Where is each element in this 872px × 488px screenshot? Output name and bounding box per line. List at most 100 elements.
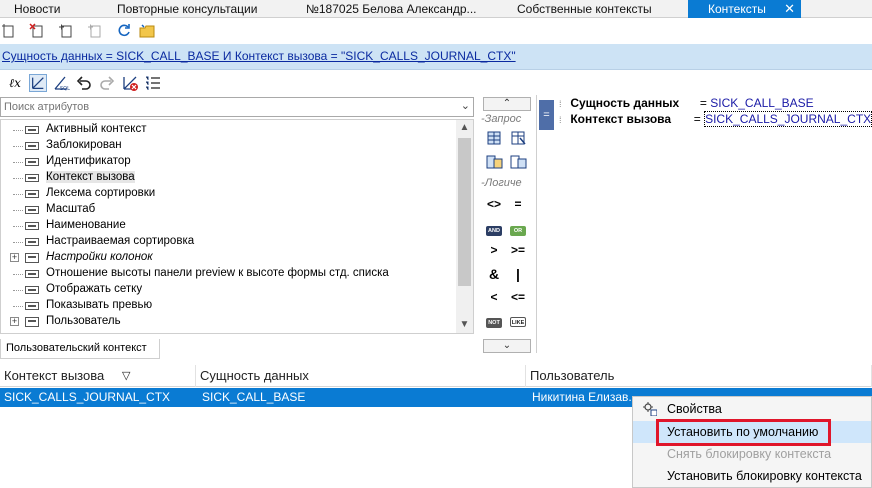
tab-contexts-label: Контексты bbox=[708, 2, 766, 16]
row-handle-icon[interactable]: ⁞ bbox=[559, 115, 567, 125]
column-header-user[interactable]: Пользователь bbox=[526, 365, 872, 387]
op-or-button[interactable]: OR bbox=[507, 219, 529, 237]
tree-item-selected[interactable]: Контекст вызова bbox=[1, 170, 456, 186]
join-edit-icon[interactable] bbox=[507, 153, 529, 171]
expression-operator[interactable]: = bbox=[700, 96, 707, 110]
collapse-up-button[interactable]: ⌃ bbox=[483, 97, 531, 111]
tree-item[interactable]: Наименование bbox=[1, 218, 456, 234]
expression-attribute[interactable]: Контекст вызова bbox=[570, 112, 671, 126]
expand-icon[interactable]: + bbox=[10, 317, 19, 326]
tree-line bbox=[13, 178, 23, 179]
row-handle-icon[interactable]: ⁞ bbox=[559, 99, 567, 109]
subquery-edit-icon[interactable] bbox=[507, 129, 529, 147]
undo-icon[interactable] bbox=[75, 74, 93, 92]
tree-line bbox=[13, 242, 23, 243]
tree-item-group[interactable]: + Настройки колонок bbox=[1, 250, 456, 266]
column-header-data-entity[interactable]: Сущность данных bbox=[196, 365, 526, 387]
tab-user-context[interactable]: Пользовательский контекст bbox=[0, 339, 160, 359]
expression-operator[interactable]: = bbox=[694, 112, 701, 126]
new-record-icon[interactable] bbox=[1, 23, 17, 39]
expression-attribute[interactable]: Сущность данных bbox=[570, 96, 679, 110]
join-icon[interactable] bbox=[483, 153, 505, 171]
menu-item-properties[interactable]: Свойства bbox=[633, 398, 871, 420]
column-header-call-context[interactable]: Контекст вызова ▽ bbox=[0, 365, 196, 387]
tree-item[interactable]: Заблокирован bbox=[1, 138, 456, 154]
constructor-mode-icon[interactable] bbox=[29, 74, 47, 92]
scroll-down-icon[interactable]: ▼ bbox=[456, 317, 473, 333]
delete-record-icon[interactable] bbox=[29, 23, 45, 39]
column-header-label: Контекст вызова bbox=[4, 368, 105, 383]
scroll-thumb[interactable] bbox=[458, 138, 471, 286]
op-and-button[interactable]: AND bbox=[483, 219, 505, 237]
table-icon bbox=[25, 253, 39, 263]
filter-toolbar: ℓx SQL bbox=[0, 72, 872, 94]
close-icon[interactable]: ✕ bbox=[784, 0, 795, 18]
filter-expression-link[interactable]: Сущность данных = SICK_CALL_BASE И Конте… bbox=[2, 49, 516, 63]
operators-panel: ⌃ -Запрос -Логиче <> = AND OR > >= & | <… bbox=[481, 95, 533, 353]
op-equal-button[interactable]: = bbox=[507, 195, 529, 213]
field-icon bbox=[25, 286, 39, 294]
op-greater-equal-button[interactable]: >= bbox=[507, 241, 529, 259]
expand-icon[interactable]: + bbox=[10, 253, 19, 262]
tree-item[interactable]: Масштаб bbox=[1, 202, 456, 218]
expression-value-focused[interactable]: SICK_CALLS_JOURNAL_CTX bbox=[704, 111, 872, 127]
menu-item-unlock-context: Снять блокировку контекста bbox=[633, 443, 871, 465]
scroll-up-icon[interactable]: ▲ bbox=[456, 120, 473, 136]
tree-item[interactable]: Отношение высоты панели preview к высоте… bbox=[1, 266, 456, 282]
op-not-equal-button[interactable]: <> bbox=[483, 195, 505, 213]
subquery-icon[interactable] bbox=[483, 129, 505, 147]
formula-icon[interactable]: ℓx bbox=[6, 74, 24, 92]
field-icon bbox=[25, 238, 39, 246]
tab-contexts[interactable]: Контексты ✕ bbox=[688, 0, 801, 18]
tree-item-label: Идентификатор bbox=[46, 155, 131, 167]
menu-item-lock-context[interactable]: Установить блокировку контекста bbox=[633, 465, 871, 487]
tab-repeat-consultations[interactable]: Повторные консультации bbox=[117, 0, 287, 18]
sql-mode-icon[interactable]: SQL bbox=[52, 74, 70, 92]
logic-section-caption: -Логиче bbox=[481, 177, 522, 189]
tree-item-label: Активный контекст bbox=[46, 123, 147, 135]
collapse-down-button[interactable]: ⌄ bbox=[483, 339, 531, 353]
properties-icon bbox=[643, 402, 657, 416]
tab-bar: Новости Повторные консультации №187025 Б… bbox=[0, 0, 872, 18]
tree-item[interactable]: Идентификатор bbox=[1, 154, 456, 170]
field-icon bbox=[25, 206, 39, 214]
expression-row[interactable]: ⁞ Контекст вызова = SICK_CALLS_JOURNAL_C… bbox=[559, 111, 872, 128]
tree-item[interactable]: Настраиваемая сортировка bbox=[1, 234, 456, 250]
expression-row[interactable]: ⁞ Сущность данных = SICK_CALL_BASE bbox=[559, 96, 814, 112]
group-equals-marker[interactable]: = bbox=[539, 100, 554, 130]
redo-icon bbox=[100, 76, 115, 90]
attribute-search-input[interactable] bbox=[4, 99, 444, 115]
menu-item-label: Установить блокировку контекста bbox=[667, 469, 862, 483]
menu-item-label: Снять блокировку контекста bbox=[667, 447, 832, 461]
tab-own-contexts[interactable]: Собственные контексты bbox=[517, 0, 677, 18]
chevron-down-icon[interactable]: ⌄ bbox=[461, 99, 470, 112]
tab-news[interactable]: Новости bbox=[14, 0, 104, 18]
op-less-equal-button[interactable]: <= bbox=[507, 288, 529, 306]
field-icon bbox=[25, 190, 39, 198]
op-not-button[interactable]: NOT bbox=[483, 311, 505, 329]
op-pipe-button[interactable]: | bbox=[507, 265, 529, 283]
tree-item[interactable]: Показывать превью bbox=[1, 298, 456, 314]
tree-line bbox=[13, 274, 23, 275]
tree-item[interactable]: Отображать сетку bbox=[1, 282, 456, 298]
folder-icon[interactable] bbox=[139, 23, 155, 39]
list-icon[interactable] bbox=[144, 74, 162, 92]
clear-filter-icon[interactable] bbox=[121, 74, 139, 92]
op-ampersand-button[interactable]: & bbox=[483, 265, 505, 283]
tree-item[interactable]: Активный контекст bbox=[1, 122, 456, 138]
main-toolbar bbox=[0, 19, 872, 43]
tree-item-label: Лексема сортировки bbox=[46, 187, 156, 199]
tree-item[interactable]: Лексема сортировки bbox=[1, 186, 456, 202]
tab-patient-record[interactable]: №187025 Белова Александр... bbox=[306, 0, 496, 18]
tree-item-group[interactable]: + Пользователь bbox=[1, 314, 456, 330]
expression-value[interactable]: SICK_CALL_BASE bbox=[710, 96, 813, 110]
refresh-icon[interactable] bbox=[116, 23, 132, 39]
tree-scrollbar[interactable]: ▲ ▼ bbox=[456, 120, 473, 333]
filter-bar: Сущность данных = SICK_CALL_BASE И Конте… bbox=[0, 44, 872, 70]
tree-item-label: Контекст вызова bbox=[46, 171, 135, 183]
op-greater-button[interactable]: > bbox=[483, 241, 505, 259]
op-less-button[interactable]: < bbox=[483, 288, 505, 306]
op-like-button[interactable]: LIKE bbox=[507, 311, 529, 329]
sort-desc-icon[interactable]: ▽ bbox=[122, 365, 130, 387]
copy-record-icon[interactable] bbox=[58, 23, 74, 39]
